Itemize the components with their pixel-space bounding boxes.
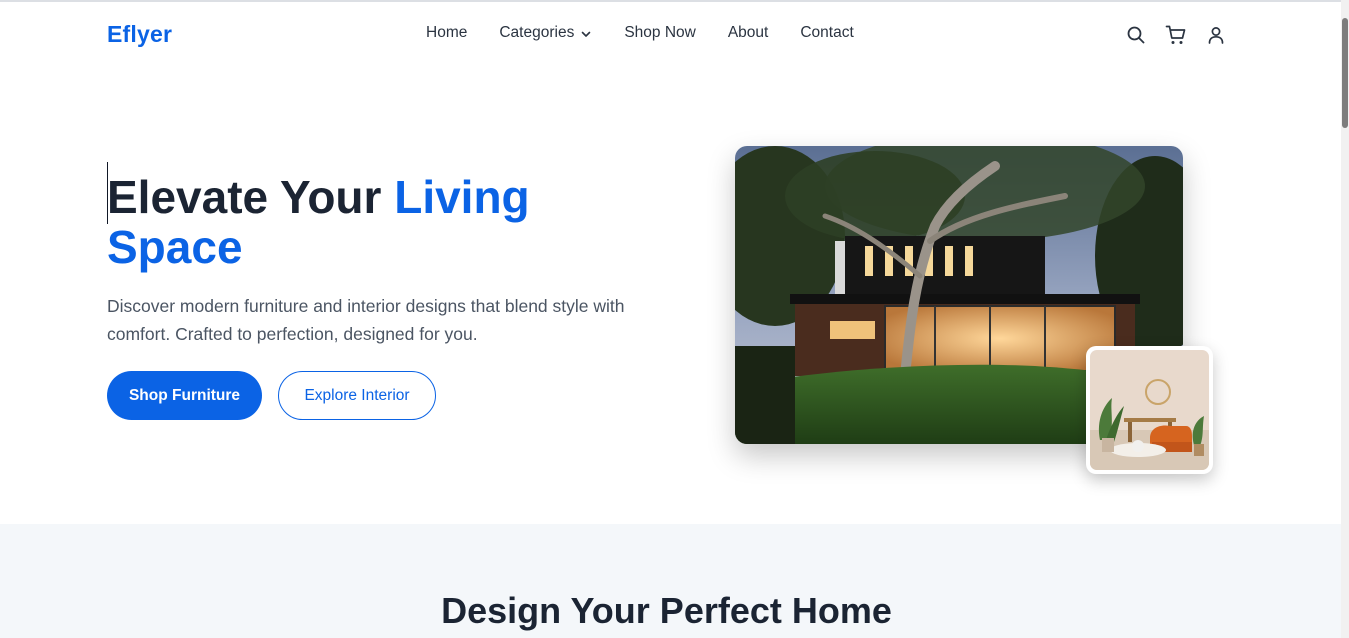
nav-contact[interactable]: Contact (800, 24, 853, 42)
nav-shop-now[interactable]: Shop Now (624, 24, 696, 42)
header-actions (1125, 24, 1245, 46)
design-section: Design Your Perfect Home (0, 524, 1341, 638)
nav-categories[interactable]: Categories (499, 24, 592, 42)
scrollbar-thumb[interactable] (1342, 18, 1348, 128)
nav-home[interactable]: Home (426, 24, 467, 42)
nav-contact-label: Contact (800, 24, 854, 41)
section-title: Design Your Perfect Home (441, 590, 892, 631)
site-header: Eflyer Home Categories Shop Now About Co… (0, 2, 1341, 66)
interior-thumbnail[interactable] (1086, 346, 1213, 474)
search-icon[interactable] (1125, 24, 1147, 46)
chevron-down-icon (580, 27, 592, 39)
hero-title: Elevate Your Living Space (107, 172, 667, 272)
main-nav: Home Categories Shop Now About Contact (426, 24, 886, 42)
user-icon[interactable] (1205, 24, 1227, 46)
explore-interior-button[interactable]: Explore Interior (278, 371, 436, 420)
nav-about[interactable]: About (728, 24, 769, 42)
cart-icon[interactable] (1165, 24, 1187, 46)
hero-description: Discover modern furniture and interior d… (107, 296, 625, 344)
hero-title-main: Elevate Your (107, 171, 382, 223)
nav-shop-now-label: Shop Now (624, 24, 696, 41)
brand-logo[interactable]: Eflyer (107, 21, 172, 48)
interior-thumbnail-image (1090, 350, 1209, 470)
page-scrollbar[interactable] (1341, 0, 1349, 638)
nav-home-label: Home (426, 24, 468, 41)
nav-about-label: About (727, 24, 769, 41)
shop-furniture-button[interactable]: Shop Furniture (107, 371, 262, 420)
nav-categories-label: Categories (499, 24, 575, 41)
